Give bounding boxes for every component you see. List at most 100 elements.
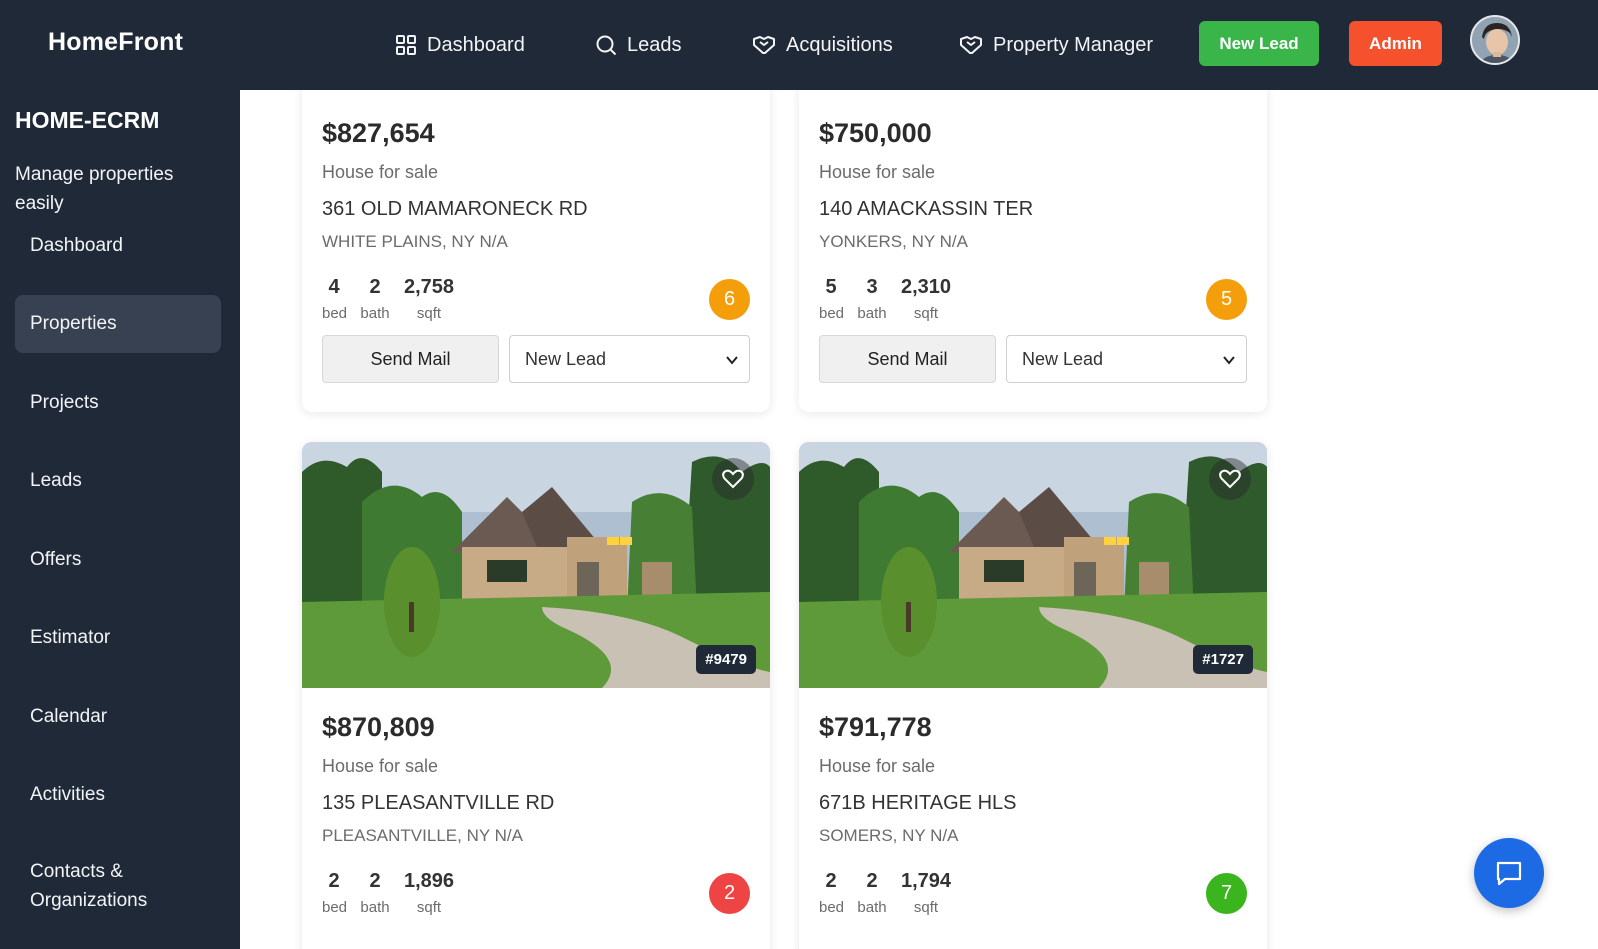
nav-leads-label: Leads <box>627 33 682 56</box>
lead-score-badge: 7 <box>1206 873 1247 914</box>
admin-button[interactable]: Admin <box>1349 21 1442 66</box>
sidebar-title: HOME-ECRM <box>15 107 160 133</box>
chat-button[interactable] <box>1474 838 1544 908</box>
beds-label: bed <box>322 899 348 916</box>
sqft-label: sqft <box>913 305 939 322</box>
property-type: House for sale <box>819 756 936 776</box>
nav-property-manager[interactable]: Property Manager <box>959 34 1153 57</box>
property-address: 361 OLD MAMARONECK RD <box>322 198 588 220</box>
handshake-icon <box>753 36 775 54</box>
brand-logo[interactable]: HomeFront <box>48 28 183 57</box>
top-navbar: HomeFront Dashboard Leads Acquisitions P… <box>0 0 1598 90</box>
property-address: 671B HERITAGE HLS <box>819 792 1017 814</box>
beds-stat: 4 bed <box>322 276 348 322</box>
chat-icon <box>1496 861 1522 886</box>
beds-count: 2 <box>825 870 837 892</box>
lead-status-select[interactable]: New Lead <box>1006 335 1247 383</box>
sqft-label: sqft <box>416 899 442 916</box>
new-lead-button[interactable]: New Lead <box>1199 21 1319 66</box>
baths-stat: 3 bath <box>857 276 887 322</box>
baths-stat: 2 bath <box>857 870 887 916</box>
property-id-tag: #1727 <box>1193 645 1253 674</box>
property-city: YONKERS, NY N/A <box>819 232 968 251</box>
baths-label: bath <box>360 899 390 916</box>
sidebar-item-calendar[interactable]: Calendar <box>15 688 221 746</box>
lead-status-value: New Lead <box>525 348 607 369</box>
property-card[interactable]: $750,000 House for sale 140 AMACKASSIN T… <box>799 90 1267 412</box>
property-type: House for sale <box>322 162 439 182</box>
property-type: House for sale <box>322 756 439 776</box>
sidebar-item-contacts[interactable]: Contacts & Organizations <box>15 855 195 917</box>
sidebar: HOME-ECRM Manage properties easily Dashb… <box>0 90 240 949</box>
sidebar-item-dashboard[interactable]: Dashboard <box>15 217 221 275</box>
favorite-button[interactable] <box>1209 458 1251 500</box>
sqft-count: 1,794 <box>900 870 952 892</box>
sqft-count: 1,896 <box>403 870 455 892</box>
beds-count: 5 <box>825 276 837 298</box>
search-icon <box>596 35 617 56</box>
property-type: House for sale <box>819 162 936 182</box>
baths-label: bath <box>360 305 390 322</box>
beds-stat: 5 bed <box>819 276 844 322</box>
chevron-down-icon <box>1223 356 1235 365</box>
properties-grid: $827,654 House for sale 361 OLD MAMARONE… <box>240 90 1598 949</box>
beds-count: 4 <box>328 276 340 298</box>
sqft-count: 2,758 <box>403 276 455 298</box>
sidebar-item-activities[interactable]: Activities <box>15 766 221 824</box>
sidebar-item-estimator[interactable]: Estimator <box>15 609 221 667</box>
lead-score-badge: 5 <box>1206 279 1247 320</box>
sidebar-subtitle: Manage properties easily <box>15 164 174 214</box>
lead-score-badge: 6 <box>709 279 750 320</box>
property-city: SOMERS, NY N/A <box>819 826 959 845</box>
beds-label: bed <box>322 305 348 322</box>
sidebar-item-properties[interactable]: Properties <box>15 295 221 353</box>
property-card[interactable]: #1727 $791,778 House for sale 671B HERIT… <box>799 442 1267 949</box>
nav-acquisitions[interactable]: Acquisitions <box>752 34 893 57</box>
property-address: 135 PLEASANTVILLE RD <box>322 792 555 814</box>
send-mail-button[interactable]: Send Mail <box>322 335 499 383</box>
baths-count: 2 <box>866 870 878 892</box>
baths-label: bath <box>857 305 887 322</box>
lead-status-select[interactable]: New Lead <box>509 335 750 383</box>
property-price: $827,654 <box>322 118 435 148</box>
grid-icon <box>396 35 416 55</box>
sqft-stat: 1,794 sqft <box>899 870 953 916</box>
baths-count: 2 <box>369 870 381 892</box>
favorite-button[interactable] <box>712 458 754 500</box>
nav-dashboard[interactable]: Dashboard <box>395 34 525 57</box>
heart-icon <box>1219 469 1241 489</box>
property-photo[interactable]: #1727 <box>799 442 1267 688</box>
chevron-down-icon <box>726 356 738 365</box>
nav-leads[interactable]: Leads <box>595 34 682 57</box>
sidebar-item-offers[interactable]: Offers <box>15 531 221 589</box>
nav-acquisitions-label: Acquisitions <box>786 33 893 56</box>
user-avatar-icon <box>1472 17 1518 63</box>
baths-stat: 2 bath <box>360 276 390 322</box>
sidebar-item-leads[interactable]: Leads <box>15 452 221 510</box>
baths-label: bath <box>857 899 887 916</box>
sqft-count: 2,310 <box>900 276 952 298</box>
baths-stat: 2 bath <box>360 870 390 916</box>
heart-icon <box>722 469 744 489</box>
baths-count: 3 <box>866 276 878 298</box>
property-price: $870,809 <box>322 712 435 742</box>
baths-count: 2 <box>369 276 381 298</box>
property-city: WHITE PLAINS, NY N/A <box>322 232 508 251</box>
property-card[interactable]: $827,654 House for sale 361 OLD MAMARONE… <box>302 90 770 412</box>
lead-score-badge: 2 <box>709 873 750 914</box>
sqft-stat: 2,758 sqft <box>402 276 456 322</box>
lead-status-value: New Lead <box>1022 348 1104 369</box>
property-card[interactable]: #9479 $870,809 House for sale 135 PLEASA… <box>302 442 770 949</box>
beds-stat: 2 bed <box>322 870 348 916</box>
beds-stat: 2 bed <box>819 870 845 916</box>
property-price: $791,778 <box>819 712 932 742</box>
property-photo[interactable]: #9479 <box>302 442 770 688</box>
send-mail-button[interactable]: Send Mail <box>819 335 996 383</box>
sqft-stat: 1,896 sqft <box>402 870 456 916</box>
avatar[interactable] <box>1470 15 1520 65</box>
beds-label: bed <box>819 899 845 916</box>
property-price: $750,000 <box>819 118 932 148</box>
beds-count: 2 <box>328 870 340 892</box>
sidebar-item-projects[interactable]: Projects <box>15 374 221 432</box>
handshake-icon <box>960 36 982 54</box>
